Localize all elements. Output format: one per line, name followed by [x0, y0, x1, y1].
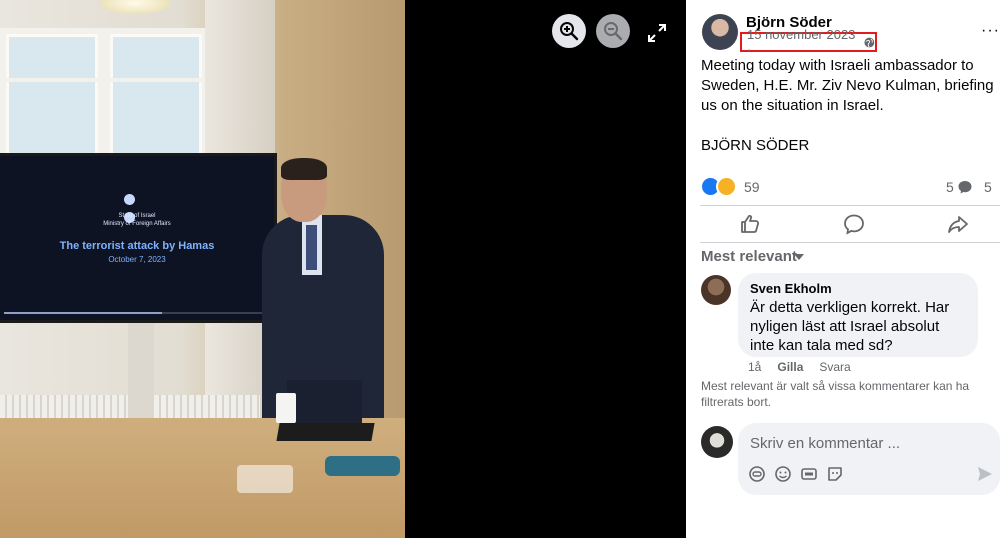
current-user-avatar[interactable]: [701, 426, 733, 458]
comment-count-button[interactable]: 5: [946, 179, 973, 195]
comment-sort-dropdown[interactable]: Mest relevant: [701, 248, 797, 265]
photo-cookie-tray: [237, 465, 293, 493]
comment-like-button[interactable]: Gilla: [777, 360, 803, 374]
reactions-summary[interactable]: 59: [700, 176, 760, 197]
reaction-count: 59: [744, 178, 760, 195]
chevron-down-icon[interactable]: [794, 254, 804, 260]
comment-icon[interactable]: [842, 212, 866, 236]
like-icon[interactable]: [738, 212, 762, 236]
photo-mug: [276, 393, 296, 423]
photo-window-left: [0, 28, 104, 170]
gif-icon[interactable]: [800, 465, 818, 483]
post-photo[interactable]: State of Israel Ministry of Foreign Affa…: [0, 0, 405, 538]
comment-time[interactable]: 1å: [748, 360, 761, 374]
post-date-highlight: 15 november 2023 ·: [740, 27, 877, 57]
zoom-in-button[interactable]: [552, 14, 586, 48]
zoom-out-icon: [604, 22, 623, 41]
care-reaction-icon: [716, 176, 737, 197]
filter-note: Mest relevant är valt så vissa kommentar…: [701, 379, 970, 409]
tv-ministry-line2: Ministry of Foreign Affairs: [103, 221, 171, 227]
zoom-in-icon: [560, 22, 579, 41]
commenter-name[interactable]: Sven Ekholm: [750, 281, 966, 296]
more-options-button[interactable]: ···: [981, 22, 1000, 40]
sticker-icon[interactable]: [826, 465, 844, 483]
avatar-sticker-icon[interactable]: [748, 465, 766, 483]
photo-person-tie: [306, 225, 317, 270]
commenter-avatar[interactable]: [701, 275, 731, 305]
comment-text: Är detta verkligen korrekt. Har nyligen …: [750, 299, 950, 354]
globe-icon: [864, 37, 875, 47]
photo-viewer: State of Israel Ministry of Foreign Affa…: [0, 0, 686, 538]
tv-emblem-icon: [124, 192, 150, 223]
tv-progress-bar: [4, 312, 268, 314]
comment-count: 5: [946, 179, 954, 195]
photo-folder: [276, 423, 375, 441]
tv-slide-title: The terrorist attack by Hamas: [59, 240, 215, 252]
zoom-out-button[interactable]: [596, 14, 630, 48]
comment-reply-button[interactable]: Svara: [819, 360, 850, 374]
share-count[interactable]: 5: [984, 179, 992, 195]
comment-meta: 1å Gilla Svara: [748, 360, 851, 374]
post-body: Meeting today with Israeli ambassador to…: [701, 57, 994, 154]
post-date[interactable]: 15 november 2023 ·: [747, 27, 860, 57]
photo-window-right: [104, 28, 208, 170]
fullscreen-icon[interactable]: [646, 22, 668, 44]
author-avatar[interactable]: [702, 14, 738, 50]
tv-ministry-line1: State of Israel: [118, 213, 156, 219]
share-icon[interactable]: [946, 212, 970, 236]
comment-composer: [738, 423, 1000, 495]
comment-count-icon: [958, 181, 972, 194]
comment-bubble: Sven Ekholm Är detta verkligen korrekt. …: [738, 273, 978, 357]
divider-bottom: [700, 242, 1000, 243]
photo-tv-stand: [128, 320, 154, 430]
comment-input[interactable]: [748, 431, 982, 455]
photo-person-hair: [281, 158, 327, 180]
photo-cloth: [325, 456, 400, 476]
emoji-icon[interactable]: [774, 465, 792, 483]
tv-ministry-text: State of Israel Ministry of Foreign Affa…: [0, 212, 274, 228]
post-panel: Björn Söder 15 november 2023 · ··· Meeti…: [686, 0, 1000, 538]
tv-slide-date: October 7, 2023: [108, 255, 166, 264]
send-icon[interactable]: [976, 465, 994, 483]
divider-top: [700, 205, 1000, 206]
photo-tv-screen: State of Israel Ministry of Foreign Affa…: [0, 153, 277, 323]
